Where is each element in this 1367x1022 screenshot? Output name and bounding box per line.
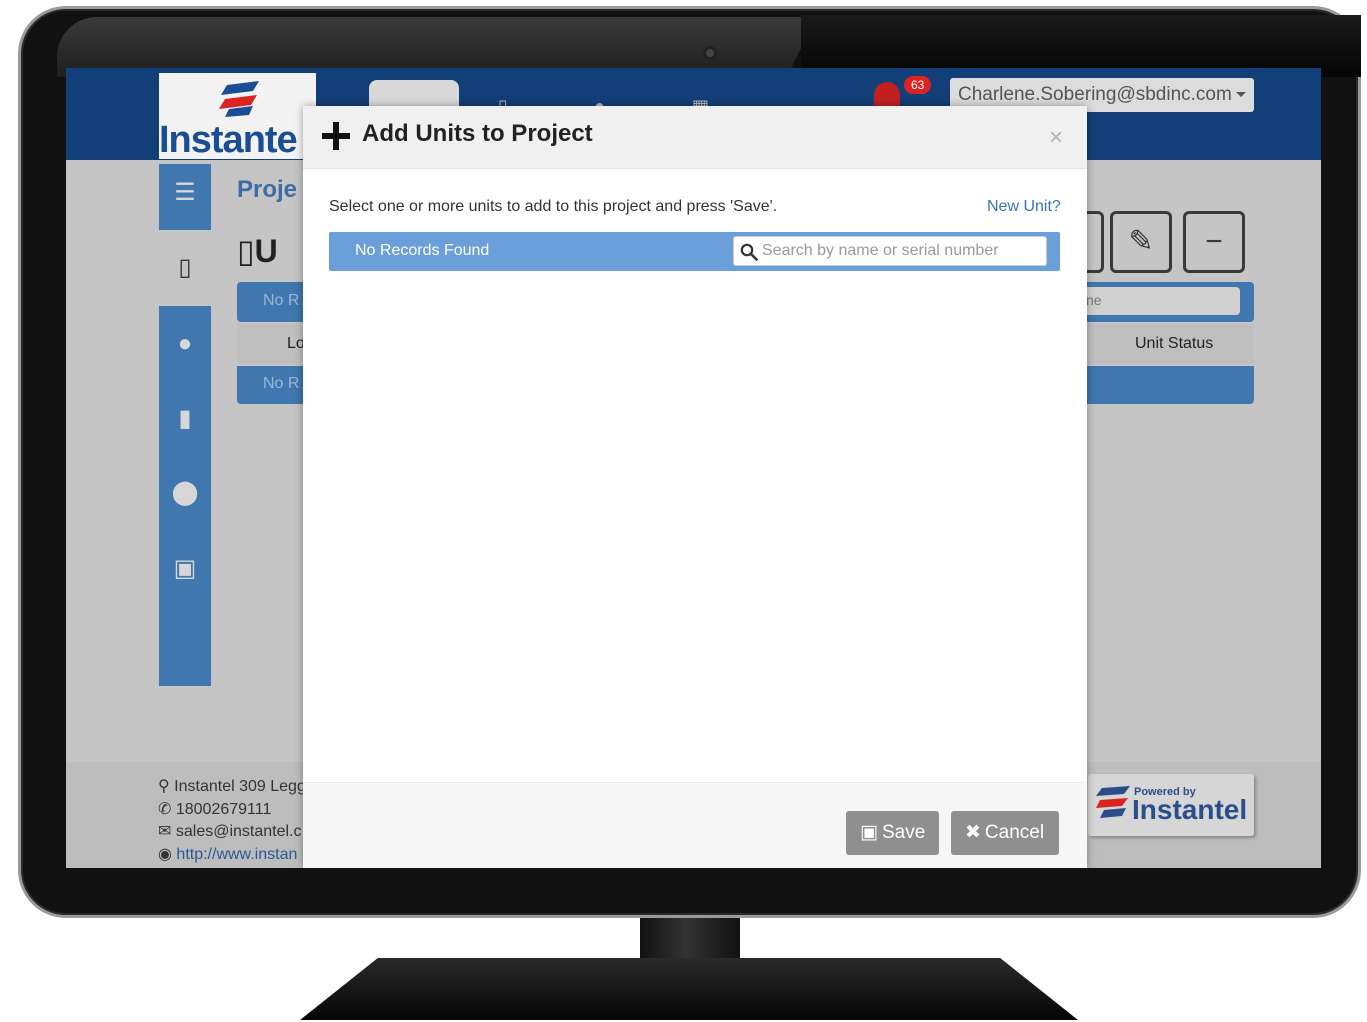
unit-search-box[interactable] xyxy=(733,236,1047,266)
unit-search-input[interactable] xyxy=(762,239,1042,263)
save-button-label: Save xyxy=(881,822,926,843)
sidebar-item-units[interactable]: ▯ xyxy=(159,253,211,282)
new-unit-link[interactable]: New Unit? xyxy=(987,198,1061,216)
sidebar-item-images-icon[interactable]: ▣ xyxy=(159,554,211,583)
powered-by-badge: Powered by Instantel xyxy=(1088,774,1254,836)
units-records-status-2: No R xyxy=(263,375,300,392)
modal-title: Add Units to Project xyxy=(362,120,593,147)
plus-icon xyxy=(322,122,350,150)
section-title-text: U xyxy=(254,233,278,269)
tablet-icon: ▯ xyxy=(237,233,255,269)
remove-button[interactable]: − xyxy=(1183,211,1245,273)
close-icon[interactable]: × xyxy=(1049,124,1063,152)
user-email: Charlene.Sobering@sbdinc.com xyxy=(958,84,1232,105)
page-title: Proje xyxy=(237,176,298,203)
save-button[interactable]: ▣ Save xyxy=(846,811,939,855)
units-records-bar: No Records Found xyxy=(329,232,1060,271)
sidebar-item-documents-icon[interactable]: ▮ xyxy=(159,404,211,433)
footer-email[interactable]: ✉ sales@instantel.c xyxy=(158,821,302,841)
monitor-stand-base xyxy=(300,958,1078,1020)
sidebar-item-locations-icon[interactable]: ⬤ xyxy=(159,478,211,507)
footer-phone: ✆ 18002679111 xyxy=(158,799,271,819)
instantel-mark-icon xyxy=(1096,786,1130,818)
footer-email-text: sales@instantel.c xyxy=(175,823,302,840)
caret-down-icon xyxy=(1235,92,1246,98)
envelope-icon: ✉ xyxy=(158,823,172,840)
phone-icon: ✆ xyxy=(158,801,172,818)
footer-address: ⚲ Instantel 309 Legg xyxy=(158,776,306,796)
powered-by-brand: Instantel xyxy=(1132,794,1248,825)
footer-website[interactable]: ◉ http://www.instan xyxy=(158,844,297,864)
units-search-text: ne xyxy=(1086,292,1102,308)
map-marker-icon: ⚲ xyxy=(158,778,170,795)
cancel-button-label: Cancel xyxy=(984,822,1045,843)
column-header-unit-status[interactable]: Unit Status xyxy=(1135,335,1213,353)
floppy-disk-icon: ▣ xyxy=(860,822,878,843)
globe-icon: ◉ xyxy=(158,846,172,863)
modal-footer: ▣ Save ✖ Cancel xyxy=(303,782,1087,868)
edit-button[interactable]: ✎ xyxy=(1110,211,1172,273)
units-records-status: No R xyxy=(263,292,300,309)
cancel-button[interactable]: ✖ Cancel xyxy=(951,811,1059,855)
footer-website-link[interactable]: http://www.instan xyxy=(176,846,297,863)
add-units-modal: Add Units to Project × Select one or mor… xyxy=(303,106,1087,868)
records-status: No Records Found xyxy=(355,242,490,259)
logo-text: Instante xyxy=(159,119,298,161)
hamburger-menu-icon[interactable]: ☰ xyxy=(159,178,211,207)
modal-header: Add Units to Project × xyxy=(303,106,1087,169)
app-screen: Instante ▯ ● ▦ ▬ 63 Charlene.Sobering@sb… xyxy=(66,68,1321,868)
sidebar-item-users-icon[interactable]: ● xyxy=(159,330,211,358)
search-icon xyxy=(740,243,758,261)
footer-address-text: Instantel 309 Legg xyxy=(174,778,306,795)
footer-phone-text: 18002679111 xyxy=(175,801,272,818)
notification-badge: 63 xyxy=(904,76,932,94)
instantel-logo-mark-icon xyxy=(219,81,259,117)
modal-instructions: Select one or more units to add to this … xyxy=(329,198,778,215)
webcam-icon xyxy=(703,46,717,60)
x-icon: ✖ xyxy=(965,822,981,843)
section-title: ▯U xyxy=(237,232,278,270)
instantel-logo[interactable]: Instante xyxy=(159,73,316,161)
